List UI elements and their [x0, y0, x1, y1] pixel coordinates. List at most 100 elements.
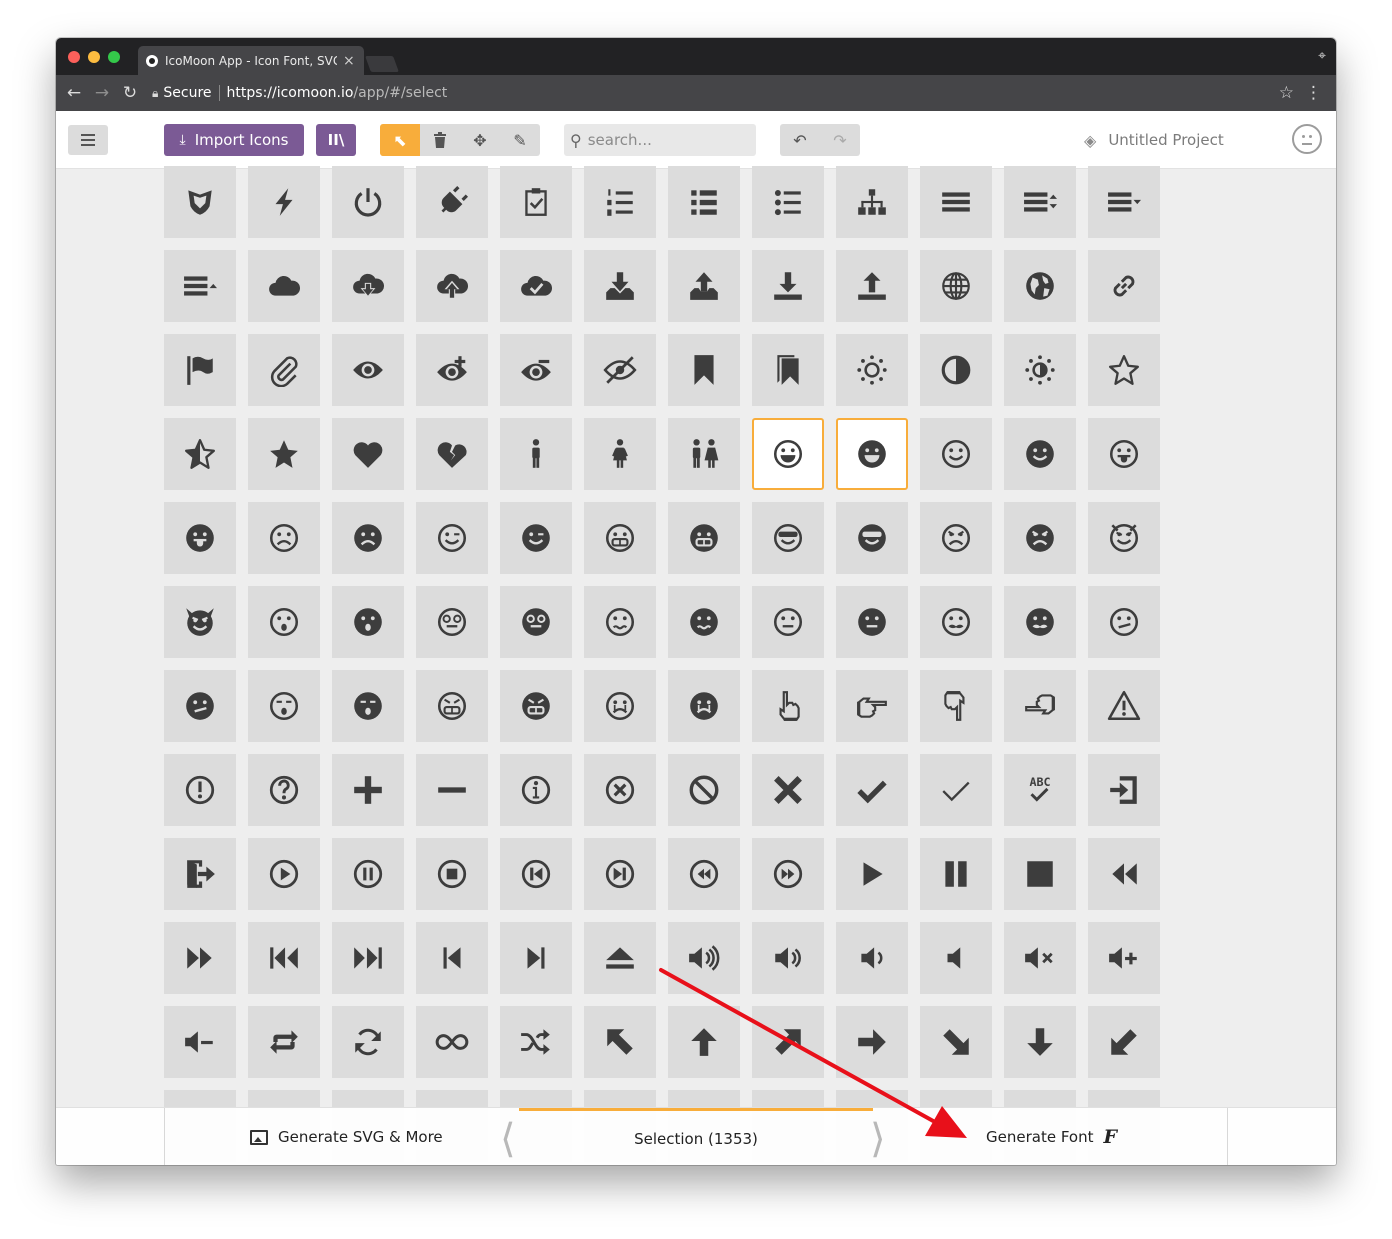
- browser-tab[interactable]: IcoMoon App - Icon Font, SVG, PDF & PNG …: [138, 46, 364, 75]
- icon-cell-confused-filled[interactable]: [668, 586, 740, 658]
- icon-cell-arrow-up[interactable]: [668, 1006, 740, 1078]
- icon-cell-menu-up[interactable]: [164, 250, 236, 322]
- icon-cell-confused[interactable]: [584, 586, 656, 658]
- icon-cell-arrow-up-right[interactable]: [752, 1006, 824, 1078]
- icon-cell-flag[interactable]: [164, 334, 236, 406]
- icon-cell-stop[interactable]: [1004, 838, 1076, 910]
- icon-cell-cloud-download[interactable]: [332, 250, 404, 322]
- icon-cell-grin-filled[interactable]: [668, 502, 740, 574]
- icon-cell-neutral-filled[interactable]: [836, 586, 908, 658]
- icon-cell-wondering[interactable]: [1088, 586, 1160, 658]
- url-field[interactable]: https://icomoon.io/app/#/select: [227, 85, 448, 101]
- undo-button[interactable]: ↶: [780, 124, 820, 156]
- icon-cell-happy[interactable]: [752, 418, 824, 490]
- move-tool-button[interactable]: ✥: [460, 124, 500, 156]
- icon-cell-arrow-up-left[interactable]: [584, 1006, 656, 1078]
- icon-cell-frustrated[interactable]: [416, 670, 488, 742]
- icon-cell-arrow-right[interactable]: [836, 1006, 908, 1078]
- icon-cell-next[interactable]: [500, 922, 572, 994]
- icon-cell-next-circle[interactable]: [584, 838, 656, 910]
- icon-cell-cool-filled[interactable]: [836, 502, 908, 574]
- icon-cell-frustrated-filled[interactable]: [500, 670, 572, 742]
- icon-cell-play[interactable]: [836, 838, 908, 910]
- icon-cell-attachment[interactable]: [248, 334, 320, 406]
- close-window-button[interactable]: [68, 51, 80, 63]
- icon-cell-tongue[interactable]: [1088, 418, 1160, 490]
- icon-cell-enter[interactable]: [1088, 754, 1160, 826]
- edit-tool-button[interactable]: ✎: [500, 124, 540, 156]
- icon-cell-smile-filled[interactable]: [1004, 418, 1076, 490]
- minimize-window-button[interactable]: [88, 51, 100, 63]
- icon-cell-volume-low[interactable]: [836, 922, 908, 994]
- icon-cell-backward[interactable]: [1088, 838, 1160, 910]
- icon-cell-bookmarks[interactable]: [752, 334, 824, 406]
- icon-cell-hipster[interactable]: [920, 586, 992, 658]
- icon-cell-spell-check[interactable]: ABC: [1004, 754, 1076, 826]
- icon-cell-blocked[interactable]: [668, 754, 740, 826]
- icon-cell-eye-plus[interactable]: [416, 334, 488, 406]
- icon-cell-exit[interactable]: [164, 838, 236, 910]
- icon-cell-happy-filled[interactable]: [836, 418, 908, 490]
- icon-cell-stop-circle[interactable]: [416, 838, 488, 910]
- icon-cell-eject[interactable]: [584, 922, 656, 994]
- icon-cell-power-cord[interactable]: [416, 166, 488, 238]
- selection-tab[interactable]: Selection (1353): [519, 1108, 873, 1165]
- maximize-window-button[interactable]: [108, 51, 120, 63]
- icon-cell-eye-minus[interactable]: [500, 334, 572, 406]
- icon-cell-download-tray[interactable]: [584, 250, 656, 322]
- icon-cell-info[interactable]: [500, 754, 572, 826]
- icon-cell-crying[interactable]: [584, 670, 656, 742]
- icon-cell-notification[interactable]: [164, 754, 236, 826]
- icon-library-button[interactable]: II\: [316, 124, 356, 156]
- icon-cell-volume-decrease[interactable]: [164, 1006, 236, 1078]
- bookmark-star-icon[interactable]: ☆: [1279, 83, 1294, 103]
- icon-cell-menu-down[interactable]: [1088, 166, 1160, 238]
- icon-cell-backward-circle[interactable]: [668, 838, 740, 910]
- icon-cell-infinite[interactable]: [416, 1006, 488, 1078]
- icon-cell-cloud[interactable]: [248, 250, 320, 322]
- icon-cell-point-right[interactable]: [836, 670, 908, 742]
- icon-cell-arrow-down-right[interactable]: [920, 1006, 992, 1078]
- icon-cell-heart-broken[interactable]: [416, 418, 488, 490]
- icon-cell-list-bullets[interactable]: [752, 166, 824, 238]
- generate-svg-button[interactable]: Generate SVG & More: [250, 1108, 443, 1165]
- icon-cell-earth[interactable]: [1004, 250, 1076, 322]
- tab-close-icon[interactable]: ×: [343, 53, 355, 69]
- icon-cell-list[interactable]: [668, 166, 740, 238]
- select-tool-button[interactable]: ⬉: [380, 124, 420, 156]
- icon-cell-power-icon-lightning[interactable]: [248, 166, 320, 238]
- icon-cell-man-woman[interactable]: [668, 418, 740, 490]
- icon-cell-angry-filled[interactable]: [1004, 502, 1076, 574]
- icon-cell-contrast[interactable]: [920, 334, 992, 406]
- icon-cell-grin[interactable]: [584, 502, 656, 574]
- icon-cell-sad-filled[interactable]: [332, 502, 404, 574]
- icon-cell-volume-increase[interactable]: [1088, 922, 1160, 994]
- icon-cell-arrow-down-left[interactable]: [1088, 1006, 1160, 1078]
- icon-cell-eye[interactable]: [332, 334, 404, 406]
- icon-cell-cloud-upload[interactable]: [416, 250, 488, 322]
- icon-cell-checkmark[interactable]: [836, 754, 908, 826]
- icon-cell-play-circle[interactable]: [248, 838, 320, 910]
- generate-font-button[interactable]: Generate Font F: [986, 1108, 1117, 1165]
- icon-cell-point-up[interactable]: [752, 670, 824, 742]
- icon-cell-menu[interactable]: [920, 166, 992, 238]
- icon-cell-wondering-filled[interactable]: [164, 670, 236, 742]
- icon-cell-shuffle[interactable]: [500, 1006, 572, 1078]
- icon-cell-previous[interactable]: [416, 922, 488, 994]
- icon-cell-cool[interactable]: [752, 502, 824, 574]
- delete-tool-button[interactable]: [420, 124, 460, 156]
- icon-cell-star-half[interactable]: [164, 418, 236, 490]
- icon-cell-tree[interactable]: [836, 166, 908, 238]
- icon-cell-loop[interactable]: [248, 1006, 320, 1078]
- icon-cell-cancel-circle[interactable]: [584, 754, 656, 826]
- icon-cell-bookmark[interactable]: [668, 334, 740, 406]
- icon-cell-minus[interactable]: [416, 754, 488, 826]
- icon-cell-arrow-down[interactable]: [1004, 1006, 1076, 1078]
- icon-cell-download[interactable]: [752, 250, 824, 322]
- back-arrow-icon[interactable]: ←: [60, 83, 88, 103]
- icon-cell-pause[interactable]: [920, 838, 992, 910]
- icon-cell-plus[interactable]: [332, 754, 404, 826]
- icon-cell-tongue-filled[interactable]: [164, 502, 236, 574]
- icon-cell-point-left[interactable]: [1004, 670, 1076, 742]
- icon-cell-shield[interactable]: [164, 166, 236, 238]
